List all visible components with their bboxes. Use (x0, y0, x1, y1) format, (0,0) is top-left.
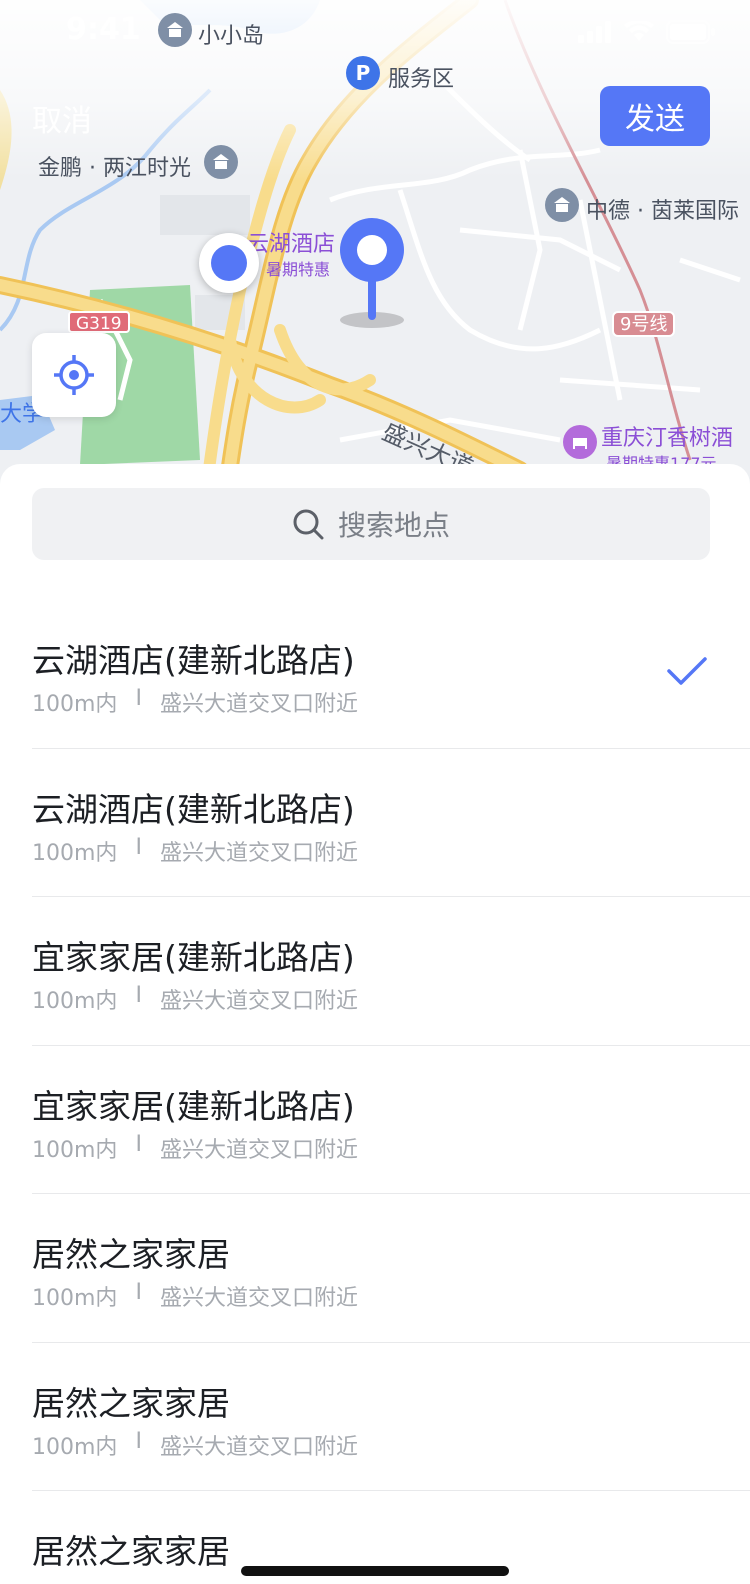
search-icon (293, 509, 324, 540)
meta-separator: I (135, 686, 142, 711)
place-meta: 100m内 I 盛兴大道交叉口附近 (32, 686, 358, 718)
place-meta: 100m内 I 盛兴大道交叉口附近 (32, 835, 358, 867)
cancel-button[interactable]: 取消 (32, 96, 92, 140)
map-label-service-area: 服务区 (388, 67, 455, 92)
place-name: 云湖酒店(建新北路店) (32, 641, 355, 680)
map-label-yunhu-hotel: 云湖酒店 (247, 232, 336, 257)
list-item[interactable]: 云湖酒店(建新北路店) 100m内 I 盛兴大道交叉口附近 (32, 600, 750, 749)
search-placeholder: 搜索地点 (337, 509, 450, 542)
checkmark-icon (667, 657, 707, 685)
place-address: 盛兴大道交叉口附近 (159, 1286, 358, 1311)
place-meta: 100m内 I 盛兴大道交叉口附近 (32, 983, 358, 1015)
hotel-icon (563, 425, 597, 459)
place-distance: 100m内 (32, 1286, 118, 1311)
landmark-icon (545, 188, 579, 222)
locate-me-button[interactable] (32, 333, 116, 417)
place-name: 宜家家居(建新北路店) (32, 938, 355, 977)
place-distance: 100m内 (32, 692, 118, 717)
place-address: 盛兴大道交叉口附近 (159, 692, 358, 717)
map-label-yunhu-promo: 暑期特惠 (266, 260, 331, 279)
place-meta: 100m内 I 盛兴大道交叉口附近 (32, 1429, 358, 1461)
list-item[interactable]: 居然之家家居 100m内 I 盛兴大道交叉口附近 (32, 1343, 750, 1491)
parking-icon: P (346, 56, 380, 90)
meta-separator: I (135, 1131, 142, 1157)
place-distance: 100m内 (32, 1137, 118, 1163)
landmark-icon (204, 145, 238, 179)
wifi-icon (624, 21, 654, 41)
send-button[interactable]: 发送 (600, 86, 710, 146)
metro-badge-line9: 9号线 (612, 311, 676, 337)
map-pin-icon[interactable] (338, 218, 408, 330)
places-list: 云湖酒店(建新北路店) 100m内 I 盛兴大道交叉口附近 云湖酒店(建新北路店… (32, 600, 750, 1584)
map-view[interactable]: 小小岛 P 服务区 金鹏 · 两江时光 中德 · 茵莱国际 云湖酒店 暑期特惠 … (0, 0, 750, 500)
meta-separator: I (135, 1428, 142, 1454)
home-indicator (241, 1566, 509, 1576)
status-time: 9:41 (66, 12, 141, 47)
list-item[interactable]: 居然之家家居 100m内 I 盛兴大道交叉口附近 (32, 1194, 750, 1343)
place-address: 盛兴大道交叉口附近 (159, 989, 358, 1014)
list-item[interactable]: 云湖酒店(建新北路店) 100m内 I 盛兴大道交叉口附近 (32, 749, 750, 897)
list-item[interactable]: 宜家家居(建新北路店) 100m内 I 盛兴大道交叉口附近 (32, 897, 750, 1046)
place-distance: 100m内 (32, 989, 118, 1014)
place-distance: 100m内 (32, 1434, 118, 1460)
current-location-marker (199, 233, 259, 293)
list-item[interactable]: 宜家家居(建新北路店) 100m内 I 盛兴大道交叉口附近 (32, 1046, 750, 1194)
places-sheet: 搜索地点 云湖酒店(建新北路店) 100m内 I 盛兴大道交叉口附近 云湖酒店(… (0, 464, 750, 1584)
search-input[interactable]: 搜索地点 (32, 488, 710, 560)
place-name: 宜家家居(建新北路店) (32, 1086, 355, 1126)
meta-separator: I (135, 834, 142, 860)
map-label-zhongde: 中德 · 茵莱国际 (586, 199, 739, 224)
place-address: 盛兴大道交叉口附近 (159, 840, 358, 866)
status-icons (578, 20, 716, 44)
crosshair-icon (54, 355, 94, 395)
place-name: 云湖酒店(建新北路店) (32, 789, 355, 829)
place-distance: 100m内 (32, 840, 118, 866)
place-name: 居然之家家居 (32, 1532, 230, 1571)
place-meta: 100m内 I 盛兴大道交叉口附近 (32, 1132, 358, 1164)
place-name: 居然之家家居 (32, 1235, 230, 1274)
place-name: 居然之家家居 (32, 1383, 230, 1423)
road-badge-g319: G319 (68, 311, 130, 334)
location-dot (211, 245, 247, 281)
place-address: 盛兴大道交叉口附近 (159, 1434, 358, 1460)
status-bar: 9:41 (0, 0, 750, 60)
map-label-jinpeng: 金鹏 · 两江时光 (38, 156, 191, 181)
place-meta: 100m内 I 盛兴大道交叉口附近 (32, 1280, 358, 1312)
battery-icon (666, 20, 715, 44)
meta-separator: I (135, 1280, 142, 1305)
place-address: 盛兴大道交叉口附近 (159, 1137, 358, 1163)
signal-icon (578, 21, 611, 43)
meta-separator: I (135, 983, 142, 1008)
map-label-tingxiang-hotel: 重庆汀香树酒 (601, 426, 734, 451)
